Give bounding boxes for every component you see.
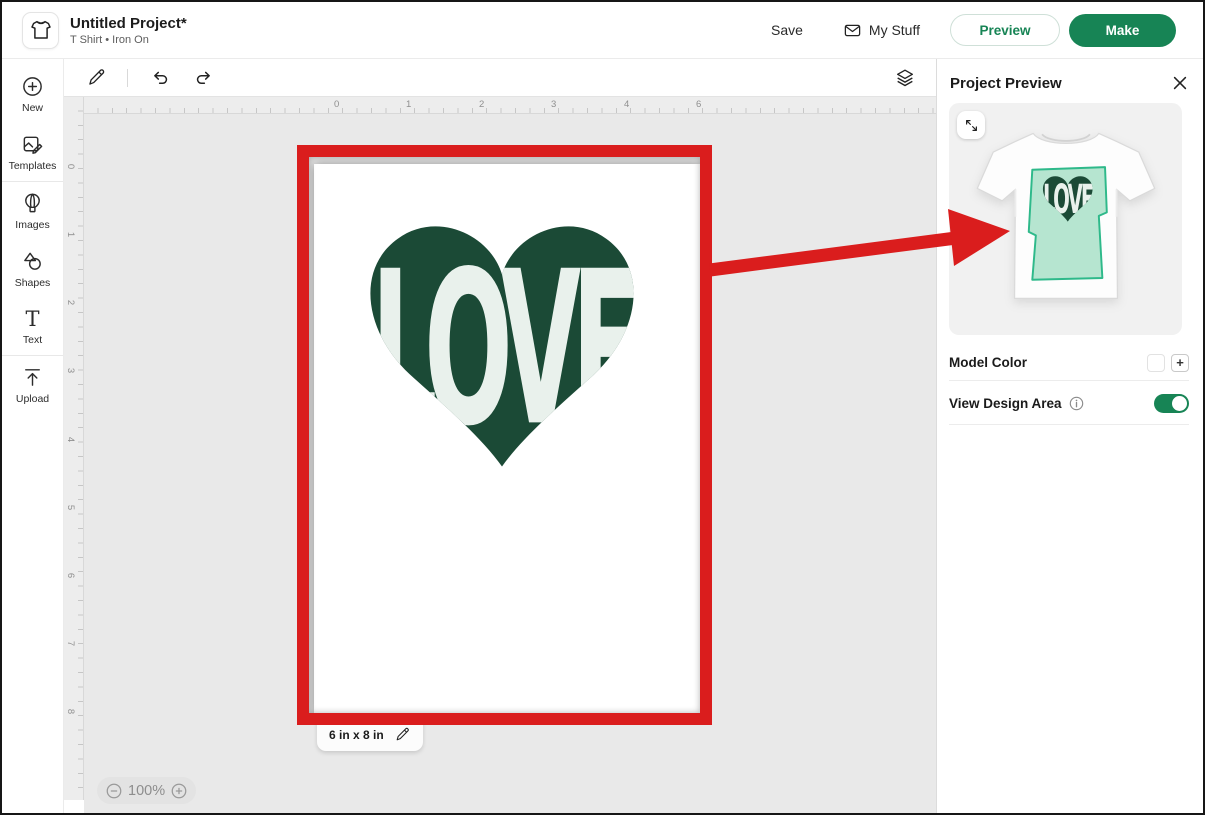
layers-icon[interactable] bbox=[894, 67, 916, 89]
project-type-button[interactable] bbox=[22, 12, 59, 49]
view-design-area-toggle[interactable] bbox=[1154, 394, 1189, 413]
make-button[interactable]: Make bbox=[1069, 14, 1176, 47]
ruler-label: 6 bbox=[65, 573, 76, 578]
sidebar-item-images[interactable]: Images bbox=[2, 182, 63, 240]
ruler-label: 3 bbox=[551, 99, 556, 110]
sidebar-item-shapes[interactable]: Shapes bbox=[2, 240, 63, 298]
undo-icon[interactable] bbox=[150, 67, 171, 88]
sidebar-label-templates: Templates bbox=[9, 160, 57, 172]
design-area-overlay bbox=[1028, 167, 1106, 280]
upload-icon bbox=[21, 366, 44, 389]
sidebar-label-upload: Upload bbox=[16, 393, 49, 405]
add-model-color-button[interactable]: + bbox=[1171, 354, 1189, 372]
view-design-area-label: View Design Area bbox=[949, 396, 1062, 411]
project-subtitle: T Shirt • Iron On bbox=[70, 34, 187, 46]
model-color-label: Model Color bbox=[949, 355, 1027, 370]
zoom-level: 100% bbox=[128, 783, 165, 799]
model-color-swatch-white[interactable] bbox=[1147, 354, 1165, 372]
my-stuff-label: My Stuff bbox=[869, 22, 920, 38]
ruler-label: 1 bbox=[406, 99, 411, 110]
preview-button[interactable]: Preview bbox=[950, 14, 1060, 46]
ruler-label: 2 bbox=[65, 300, 76, 305]
sidebar-label-shapes: Shapes bbox=[15, 277, 51, 289]
top-bar: Untitled Project* T Shirt • Iron On Save… bbox=[2, 2, 1203, 59]
project-title: Untitled Project* bbox=[70, 15, 187, 32]
sidebar-item-new[interactable]: New bbox=[2, 59, 63, 123]
tshirt-preview-card[interactable] bbox=[949, 103, 1182, 335]
zoom-control: 100% bbox=[97, 777, 196, 804]
edit-size-pencil-icon bbox=[394, 726, 411, 743]
templates-icon bbox=[21, 133, 44, 156]
horizontal-ruler: 0 1 2 3 4 6 bbox=[84, 97, 940, 114]
close-icon[interactable] bbox=[1171, 74, 1189, 92]
ruler-label: 7 bbox=[65, 641, 76, 646]
save-button[interactable]: Save bbox=[771, 22, 803, 38]
ruler-label: 1 bbox=[65, 232, 76, 237]
sidebar-label-new: New bbox=[22, 102, 43, 114]
info-icon[interactable] bbox=[1069, 396, 1084, 411]
ruler-label: 4 bbox=[65, 437, 76, 442]
my-stuff-button[interactable]: My Stuff bbox=[843, 21, 920, 40]
edit-pencil-icon[interactable] bbox=[86, 67, 107, 88]
zoom-in-icon[interactable] bbox=[170, 782, 188, 800]
vertical-ruler: 0 1 2 3 4 5 6 7 8 bbox=[64, 97, 84, 800]
ruler-label: 0 bbox=[334, 99, 339, 110]
circle-plus-icon bbox=[21, 75, 44, 98]
envelope-icon bbox=[843, 21, 862, 40]
redo-icon[interactable] bbox=[193, 67, 214, 88]
panel-title: Project Preview bbox=[950, 75, 1062, 92]
canvas-size-tab[interactable]: 6 in x 8 in bbox=[317, 718, 423, 751]
ruler-label: 8 bbox=[65, 709, 76, 714]
ruler-label: 0 bbox=[65, 164, 76, 169]
toolbar-divider bbox=[127, 69, 128, 87]
canvas-toolbar bbox=[64, 59, 940, 97]
ruler-label: 6 bbox=[696, 99, 701, 110]
sidebar-item-templates[interactable]: Templates bbox=[2, 123, 63, 181]
shapes-icon bbox=[21, 250, 44, 273]
tshirt-render bbox=[964, 115, 1168, 323]
expand-icon bbox=[964, 118, 979, 133]
toggle-knob bbox=[1172, 396, 1187, 411]
sidebar-item-upload[interactable]: Upload bbox=[2, 356, 63, 414]
design-canvas[interactable]: 6 in x 8 in 100% bbox=[84, 114, 940, 813]
project-preview-panel: Project Preview Model Color + View Desig… bbox=[936, 59, 1203, 813]
expand-preview-button[interactable] bbox=[957, 111, 985, 139]
sidebar-label-images: Images bbox=[15, 219, 49, 231]
love-heart-design[interactable] bbox=[348, 206, 656, 474]
ruler-label: 3 bbox=[65, 368, 76, 373]
canvas-size-label: 6 in x 8 in bbox=[329, 728, 384, 742]
balloon-icon bbox=[21, 192, 44, 215]
text-icon: T bbox=[25, 308, 39, 330]
left-sidebar: New Templates Images Shapes T Text bbox=[2, 59, 64, 813]
tshirt-icon bbox=[29, 18, 53, 42]
sidebar-label-text: Text bbox=[23, 334, 42, 346]
ruler-label: 2 bbox=[479, 99, 484, 110]
zoom-out-icon[interactable] bbox=[105, 782, 123, 800]
artboard[interactable] bbox=[314, 164, 700, 713]
ruler-label: 5 bbox=[65, 505, 76, 510]
sidebar-item-text[interactable]: T Text bbox=[2, 298, 63, 355]
ruler-label: 4 bbox=[624, 99, 629, 110]
